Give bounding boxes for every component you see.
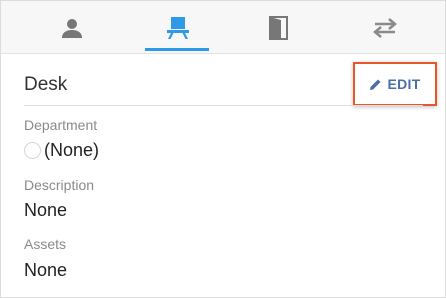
panel-header: Desk EDIT [24,62,437,108]
department-label: Department [24,117,98,133]
tab-door[interactable] [223,1,334,54]
desk-details-panel: Desk EDIT Department (None) Description … [0,0,446,298]
tab-person[interactable] [16,1,127,54]
header-divider [24,105,423,106]
page-title: Desk [24,74,68,95]
description-label: Description [24,177,95,193]
desk-icon [166,16,189,39]
pencil-icon [370,79,381,90]
active-tab-indicator [145,48,209,51]
edit-label: EDIT [387,76,421,92]
department-value: (None) [44,140,100,160]
tab-desk[interactable] [122,1,233,54]
door-icon [268,15,288,40]
radio-button[interactable] [24,142,41,159]
edit-button[interactable]: EDIT [353,62,437,106]
department-value-row: (None) [24,140,99,161]
description-value: None [24,200,68,220]
person-icon [61,18,82,38]
swap-arrows-icon [372,17,397,38]
assets-label: Assets [24,236,67,252]
tab-swap[interactable] [329,1,440,54]
assets-value: None [24,260,68,280]
tab-bar [1,1,445,54]
